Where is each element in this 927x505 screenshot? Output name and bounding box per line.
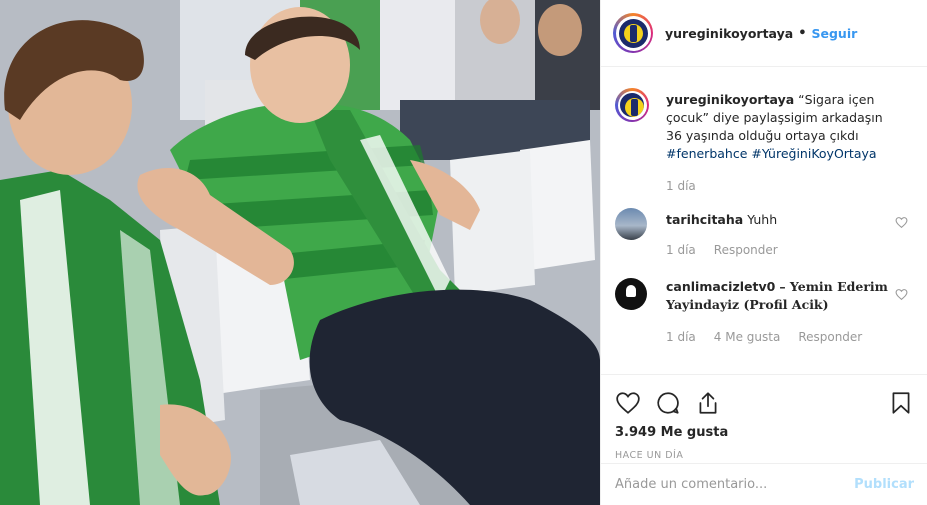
comment-item: tarihcitaha Yuhh 1 día Responder — [601, 208, 927, 257]
comment-icon[interactable] — [655, 390, 681, 416]
club-logo-icon — [620, 93, 644, 117]
like-comment-heart-icon[interactable] — [895, 288, 908, 301]
commenter-avatar[interactable] — [615, 278, 647, 310]
comment-time[interactable]: 1 día — [666, 330, 696, 344]
author-avatar[interactable] — [613, 13, 653, 53]
stadium-photo-illustration — [0, 0, 600, 505]
follow-button[interactable]: Seguir — [812, 26, 858, 41]
caption-username[interactable]: yureginikoyortaya — [666, 92, 794, 107]
add-comment-bar: Publicar — [601, 463, 927, 505]
post-date[interactable]: HACE UN DÍA — [615, 450, 914, 461]
heart-icon[interactable] — [615, 390, 641, 416]
post-actions: 3.949 Me gusta HACE UN DÍA — [601, 374, 927, 461]
author-username[interactable]: yureginikoyortaya — [665, 26, 793, 41]
caption-hashtags[interactable]: #fenerbahce #YüreğiniKoyOrtaya — [666, 146, 877, 161]
bookmark-icon[interactable] — [888, 390, 914, 416]
comments-list[interactable]: yureginikoyortaya “Sigara içen çocuk” di… — [601, 68, 927, 374]
separator-dot: • — [798, 25, 807, 41]
caption: yureginikoyortaya “Sigara içen çocuk” di… — [601, 68, 927, 193]
caption-time[interactable]: 1 día — [666, 179, 696, 193]
post-side-panel: yureginikoyortaya • Seguir yureginikoyor… — [600, 0, 927, 505]
comment-input[interactable] — [615, 477, 855, 492]
comment-likes[interactable]: 4 Me gusta — [714, 330, 781, 344]
instagram-post: yureginikoyortaya • Seguir yureginikoyor… — [0, 0, 927, 505]
comment-time[interactable]: 1 día — [666, 243, 696, 257]
comment-username[interactable]: canlimacizletv0 — [666, 279, 775, 294]
publish-button[interactable]: Publicar — [854, 477, 914, 492]
share-icon[interactable] — [695, 390, 721, 416]
commenter-avatar[interactable] — [615, 208, 647, 240]
post-photo[interactable] — [0, 0, 600, 505]
post-header: yureginikoyortaya • Seguir — [601, 0, 927, 67]
likes-count[interactable]: 3.949 Me gusta — [615, 425, 914, 440]
comment-username[interactable]: tarihcitaha — [666, 212, 743, 227]
comment-text: Yuhh — [747, 212, 778, 227]
comment-item: canlimacizletv0 – Yemin Ederim Yayindayi… — [601, 278, 927, 344]
like-comment-heart-icon[interactable] — [895, 216, 908, 229]
caption-avatar[interactable] — [615, 88, 649, 122]
reply-button[interactable]: Responder — [798, 330, 862, 344]
reply-button[interactable]: Responder — [714, 243, 778, 257]
club-logo-icon — [618, 18, 648, 48]
